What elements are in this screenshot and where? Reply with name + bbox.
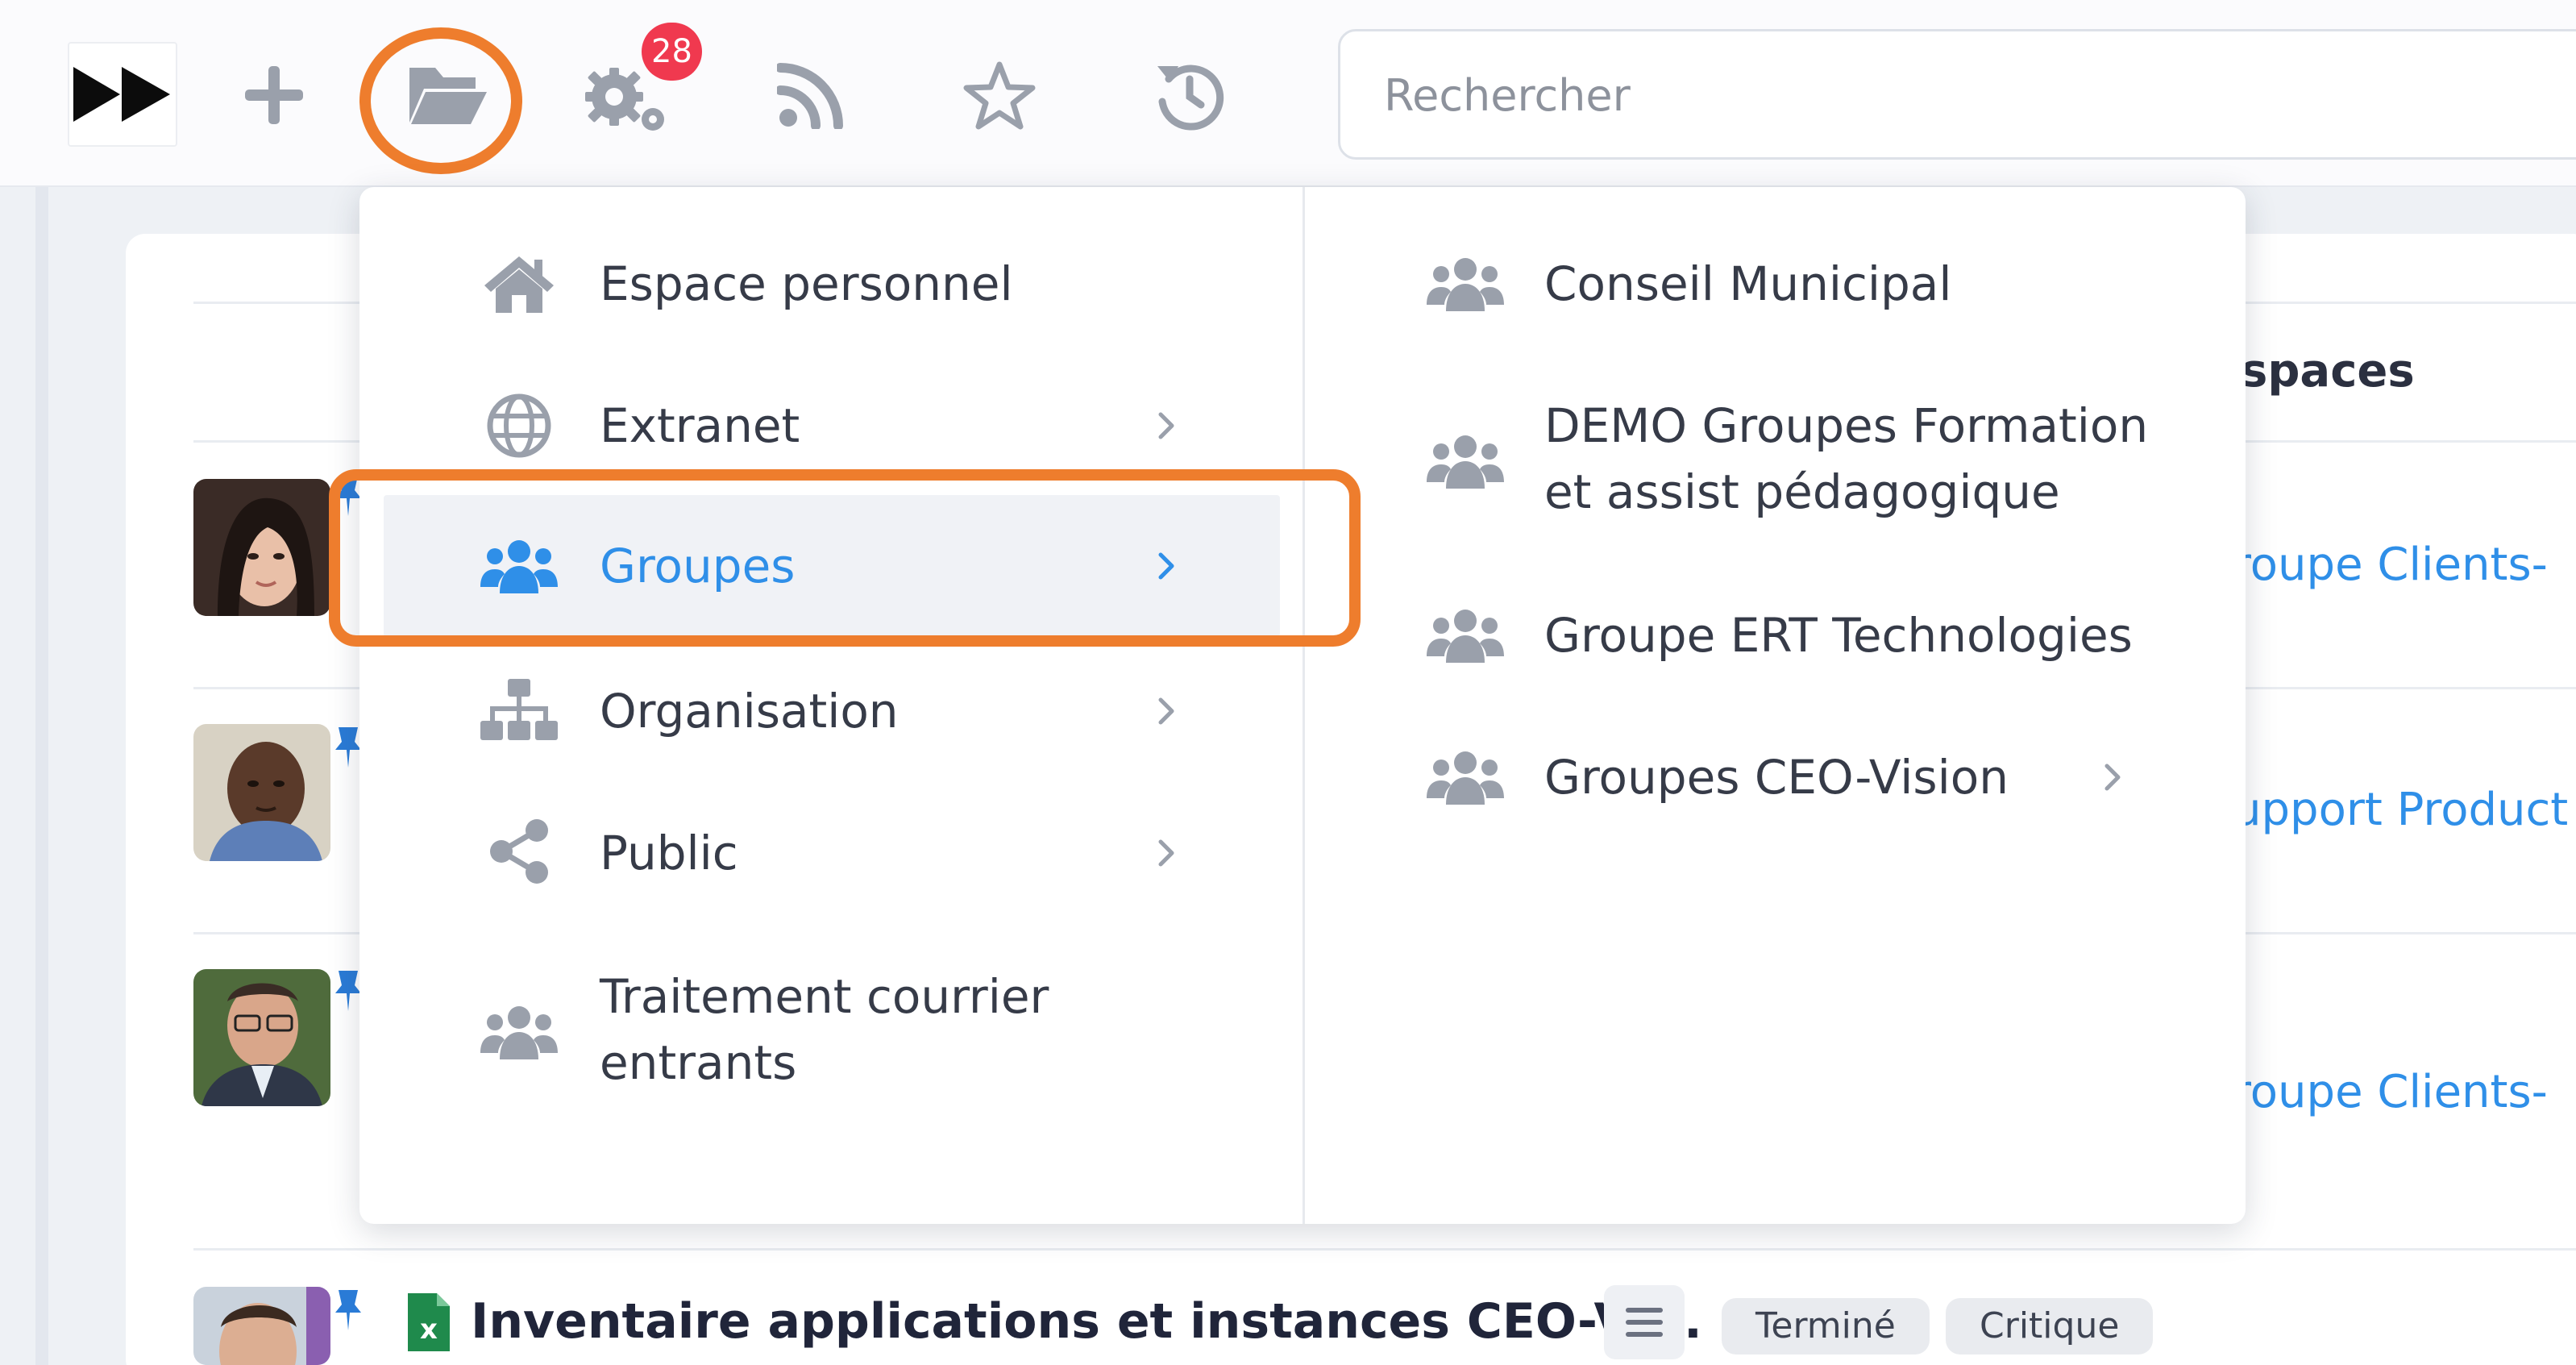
rss-icon: [777, 63, 843, 129]
svg-text:x: x: [420, 1313, 438, 1346]
add-button[interactable]: [218, 39, 330, 152]
menu-item-label: Extranet: [600, 398, 800, 453]
space-link[interactable]: upport Product: [2233, 784, 2568, 836]
chevron-right-icon: [2104, 764, 2121, 791]
menu-item-extranet[interactable]: Extranet: [384, 384, 1280, 468]
plus-icon: [245, 66, 303, 124]
menu-item-conseil-municipal[interactable]: Conseil Municipal: [1330, 242, 2217, 326]
history-icon: [1157, 65, 1224, 131]
menu-item-public[interactable]: Public: [384, 811, 1280, 895]
users-icon: [1427, 745, 1504, 809]
menu-item-traitement-courrier[interactable]: Traitement courrier entrants: [384, 955, 1280, 1108]
search-placeholder: Rechercher: [1384, 70, 1631, 121]
pin-icon[interactable]: [332, 1287, 364, 1332]
menu-item-groupe-ert-technologies[interactable]: Groupe ERT Technologies: [1330, 593, 2217, 677]
menu-item-label: Conseil Municipal: [1544, 256, 1952, 311]
globe-icon: [480, 393, 558, 458]
users-icon: [1427, 429, 1504, 493]
logo-button[interactable]: [68, 42, 177, 147]
avatar[interactable]: [193, 1287, 330, 1365]
menu-item-label: Groupe ERT Technologies: [1544, 608, 2133, 663]
sitemap-icon: [480, 679, 558, 743]
annotation-circle: [359, 27, 522, 174]
avatar[interactable]: [193, 479, 330, 616]
priority-badge: Critique: [1946, 1298, 2154, 1355]
excel-file-icon: x: [408, 1293, 450, 1351]
share-icon: [480, 819, 558, 884]
page-gutter: [35, 187, 48, 1365]
chevron-right-icon: [1158, 839, 1174, 867]
column-divider: [1303, 187, 1305, 1224]
chevron-right-icon: [1158, 412, 1174, 439]
top-bar: 28 Rechercher: [0, 0, 2576, 187]
favorites-button[interactable]: [943, 39, 1056, 152]
hamburger-icon: [1626, 1308, 1663, 1337]
feed-button[interactable]: [754, 39, 867, 152]
notification-badge: 28: [642, 23, 702, 81]
space-link[interactable]: roupe Clients-: [2233, 539, 2548, 591]
search-input[interactable]: Rechercher: [1338, 29, 2576, 160]
task-title[interactable]: Inventaire applications et instances CEO…: [471, 1293, 1702, 1350]
menu-item-label: Groupes CEO-Vision: [1544, 750, 2009, 805]
avatar[interactable]: [193, 724, 330, 861]
menu-item-label-line2: entrants: [600, 1035, 797, 1090]
chevron-right-icon: [1158, 697, 1174, 725]
space-link[interactable]: roupe Clients-: [2233, 1066, 2548, 1118]
home-icon: [480, 252, 558, 316]
avatar[interactable]: [193, 969, 330, 1106]
history-button[interactable]: [1133, 39, 1246, 152]
status-badge: Terminé: [1722, 1298, 1930, 1355]
star-icon: [963, 61, 1036, 130]
menu-item-espace-personnel[interactable]: Espace personnel: [384, 242, 1280, 326]
menu-item-organisation[interactable]: Organisation: [384, 669, 1280, 753]
row-divider: [193, 1248, 2576, 1251]
menu-item-demo-groupes-formation[interactable]: DEMO Groupes Formation et assist pédagog…: [1330, 384, 2217, 537]
annotation-highlight-box: [329, 469, 1361, 647]
menu-item-groupes-ceo-vision[interactable]: Groupes CEO-Vision: [1330, 735, 2217, 819]
users-icon: [1427, 603, 1504, 668]
menu-item-label-line2: et assist pédagogique: [1544, 464, 2060, 519]
task-menu-button[interactable]: [1604, 1285, 1685, 1359]
users-icon: [1427, 252, 1504, 316]
menu-item-label: Organisation: [600, 684, 899, 739]
column-heading: spaces: [2241, 345, 2415, 397]
fast-forward-icon: [73, 67, 170, 122]
users-icon: [480, 1000, 558, 1064]
menu-item-label: DEMO Groupes Formation: [1544, 398, 2149, 453]
menu-item-label: Espace personnel: [600, 256, 1013, 311]
menu-item-label: Public: [600, 826, 738, 880]
menu-item-label: Traitement courrier: [600, 969, 1049, 1024]
